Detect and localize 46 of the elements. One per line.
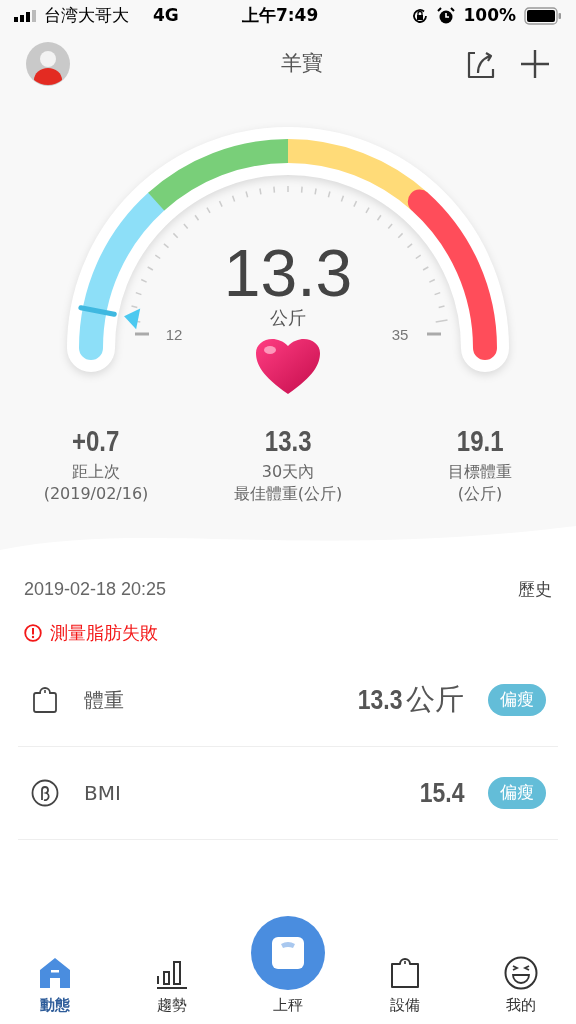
network-type: 4G — [153, 4, 179, 28]
page-title: 羊寶 — [281, 50, 323, 78]
battery-percent: 100% — [463, 4, 516, 28]
rotation-lock-icon — [411, 7, 430, 25]
scale-bag-icon — [388, 955, 421, 990]
stat-label: 距上次 (2019/02/16) — [43, 461, 149, 505]
avatar[interactable] — [26, 42, 70, 86]
record-datetime: 2019-02-18 20:25 — [24, 578, 167, 602]
weight-unit: 公斤 — [270, 307, 306, 328]
laughing-face-icon — [504, 955, 538, 990]
stat-value: +0.7 — [72, 424, 120, 457]
nav-tab[interactable]: 趨勢 — [126, 957, 217, 1016]
alarm-icon — [437, 7, 456, 25]
scale-icon — [271, 935, 305, 970]
carrier-name: 台湾大哥大 — [44, 4, 129, 28]
bmi-icon — [30, 778, 60, 809]
scale-min-label: 12 — [165, 326, 183, 343]
home-icon — [37, 955, 73, 990]
signal-icon — [14, 10, 36, 22]
weigh-tab[interactable]: 上秤 — [243, 915, 333, 1016]
nav-tab[interactable]: 設備 — [359, 955, 450, 1016]
metric-value: 13.3 — [357, 683, 402, 718]
share-icon[interactable] — [466, 49, 496, 79]
status-tag: 偏瘦 — [488, 777, 546, 809]
metric-value: 15.4 — [419, 776, 464, 811]
status-tag: 偏瘦 — [488, 684, 546, 716]
nav-tab[interactable]: 動態 — [10, 955, 100, 1016]
stat-label: 目標體重 (公斤) — [448, 461, 512, 505]
error-message: 測量脂肪失敗 — [50, 621, 158, 646]
scale-max-label: 35 — [391, 326, 409, 343]
gauge-needle — [78, 305, 141, 330]
metric-unit: 公斤 — [406, 681, 464, 719]
weight-reading: 13.3 — [223, 236, 353, 310]
metric-name: BMI — [84, 780, 122, 808]
stat-value: 13.3 — [264, 424, 312, 457]
history-link[interactable]: 歷史 — [518, 576, 552, 603]
stat-value: 19.1 — [456, 424, 504, 457]
status-time: 上午7:49 — [241, 4, 320, 28]
heart-icon — [256, 339, 320, 394]
battery-icon — [524, 7, 562, 25]
add-icon[interactable] — [520, 49, 550, 79]
metric-name: 體重 — [84, 687, 125, 715]
stat-label: 30天內 最佳體重(公斤) — [233, 461, 343, 505]
scale-bag-icon — [30, 685, 60, 716]
error-icon — [24, 623, 42, 642]
nav-tab[interactable]: 我的 — [476, 955, 566, 1016]
